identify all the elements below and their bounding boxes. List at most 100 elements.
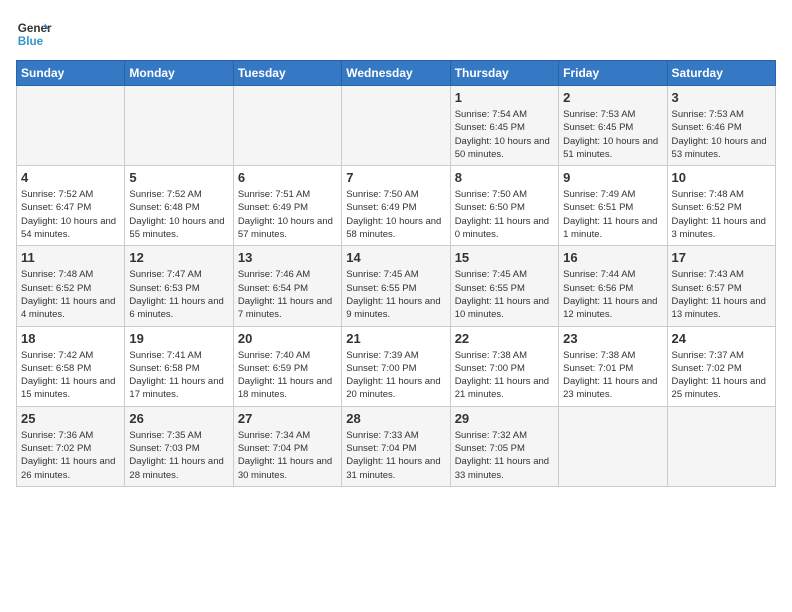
day-number: 23	[563, 331, 662, 346]
svg-text:Blue: Blue	[18, 35, 44, 48]
day-info: Sunrise: 7:53 AM Sunset: 6:46 PM Dayligh…	[672, 108, 771, 161]
day-info: Sunrise: 7:44 AM Sunset: 6:56 PM Dayligh…	[563, 268, 662, 321]
day-info: Sunrise: 7:38 AM Sunset: 7:01 PM Dayligh…	[563, 349, 662, 402]
day-number: 22	[455, 331, 554, 346]
day-info: Sunrise: 7:45 AM Sunset: 6:55 PM Dayligh…	[455, 268, 554, 321]
calendar-cell	[233, 86, 341, 166]
calendar-week-row: 25 Sunrise: 7:36 AM Sunset: 7:02 PM Dayli…	[17, 406, 776, 486]
day-info: Sunrise: 7:48 AM Sunset: 6:52 PM Dayligh…	[21, 268, 120, 321]
calendar-cell: 28 Sunrise: 7:33 AM Sunset: 7:04 PM Dayli…	[342, 406, 450, 486]
day-info: Sunrise: 7:39 AM Sunset: 7:00 PM Dayligh…	[346, 349, 445, 402]
day-number: 11	[21, 250, 120, 265]
day-info: Sunrise: 7:41 AM Sunset: 6:58 PM Dayligh…	[129, 349, 228, 402]
calendar-cell: 8 Sunrise: 7:50 AM Sunset: 6:50 PM Daylig…	[450, 166, 558, 246]
calendar-cell: 7 Sunrise: 7:50 AM Sunset: 6:49 PM Daylig…	[342, 166, 450, 246]
day-number: 27	[238, 411, 337, 426]
day-number: 7	[346, 170, 445, 185]
calendar-cell	[559, 406, 667, 486]
calendar-cell	[342, 86, 450, 166]
day-number: 5	[129, 170, 228, 185]
column-header-wednesday: Wednesday	[342, 61, 450, 86]
calendar-cell: 24Sunrise: 7:37 AM Sunset: 7:02 PM Dayli…	[667, 326, 775, 406]
day-info: Sunrise: 7:42 AM Sunset: 6:58 PM Dayligh…	[21, 349, 120, 402]
day-info: Sunrise: 7:53 AM Sunset: 6:45 PM Dayligh…	[563, 108, 662, 161]
day-number: 17	[672, 250, 771, 265]
logo: General Blue	[16, 16, 56, 52]
calendar-cell: 18 Sunrise: 7:42 AM Sunset: 6:58 PM Dayli…	[17, 326, 125, 406]
day-number: 8	[455, 170, 554, 185]
calendar-cell: 26 Sunrise: 7:35 AM Sunset: 7:03 PM Dayli…	[125, 406, 233, 486]
day-info: Sunrise: 7:52 AM Sunset: 6:48 PM Dayligh…	[129, 188, 228, 241]
day-number: 28	[346, 411, 445, 426]
calendar-cell: 4Sunrise: 7:52 AM Sunset: 6:47 PM Daylig…	[17, 166, 125, 246]
calendar-header-row: SundayMondayTuesdayWednesdayThursdayFrid…	[17, 61, 776, 86]
day-number: 25	[21, 411, 120, 426]
day-info: Sunrise: 7:50 AM Sunset: 6:49 PM Dayligh…	[346, 188, 445, 241]
day-info: Sunrise: 7:48 AM Sunset: 6:52 PM Dayligh…	[672, 188, 771, 241]
column-header-saturday: Saturday	[667, 61, 775, 86]
column-header-thursday: Thursday	[450, 61, 558, 86]
day-number: 19	[129, 331, 228, 346]
calendar-cell: 20Sunrise: 7:40 AM Sunset: 6:59 PM Dayli…	[233, 326, 341, 406]
day-number: 26	[129, 411, 228, 426]
calendar-cell: 19 Sunrise: 7:41 AM Sunset: 6:58 PM Dayli…	[125, 326, 233, 406]
day-info: Sunrise: 7:45 AM Sunset: 6:55 PM Dayligh…	[346, 268, 445, 321]
day-info: Sunrise: 7:51 AM Sunset: 6:49 PM Dayligh…	[238, 188, 337, 241]
calendar-cell: 22 Sunrise: 7:38 AM Sunset: 7:00 PM Dayli…	[450, 326, 558, 406]
day-info: Sunrise: 7:34 AM Sunset: 7:04 PM Dayligh…	[238, 429, 337, 482]
calendar-cell: 1 Sunrise: 7:54 AM Sunset: 6:45 PM Daylig…	[450, 86, 558, 166]
day-number: 1	[455, 90, 554, 105]
calendar-cell: 23 Sunrise: 7:38 AM Sunset: 7:01 PM Dayli…	[559, 326, 667, 406]
calendar-cell: 11 Sunrise: 7:48 AM Sunset: 6:52 PM Dayli…	[17, 246, 125, 326]
calendar-cell: 2 Sunrise: 7:53 AM Sunset: 6:45 PM Daylig…	[559, 86, 667, 166]
column-header-friday: Friday	[559, 61, 667, 86]
day-info: Sunrise: 7:47 AM Sunset: 6:53 PM Dayligh…	[129, 268, 228, 321]
calendar-cell	[17, 86, 125, 166]
calendar-table: SundayMondayTuesdayWednesdayThursdayFrid…	[16, 60, 776, 487]
column-header-sunday: Sunday	[17, 61, 125, 86]
day-number: 15	[455, 250, 554, 265]
day-info: Sunrise: 7:40 AM Sunset: 6:59 PM Dayligh…	[238, 349, 337, 402]
day-number: 3	[672, 90, 771, 105]
day-number: 21	[346, 331, 445, 346]
day-number: 24	[672, 331, 771, 346]
calendar-body: 1 Sunrise: 7:54 AM Sunset: 6:45 PM Daylig…	[17, 86, 776, 487]
day-info: Sunrise: 7:38 AM Sunset: 7:00 PM Dayligh…	[455, 349, 554, 402]
calendar-cell: 12 Sunrise: 7:47 AM Sunset: 6:53 PM Dayli…	[125, 246, 233, 326]
day-number: 4	[21, 170, 120, 185]
calendar-cell: 5 Sunrise: 7:52 AM Sunset: 6:48 PM Daylig…	[125, 166, 233, 246]
day-number: 16	[563, 250, 662, 265]
day-info: Sunrise: 7:36 AM Sunset: 7:02 PM Dayligh…	[21, 429, 120, 482]
day-number: 6	[238, 170, 337, 185]
day-info: Sunrise: 7:50 AM Sunset: 6:50 PM Dayligh…	[455, 188, 554, 241]
day-info: Sunrise: 7:33 AM Sunset: 7:04 PM Dayligh…	[346, 429, 445, 482]
day-number: 14	[346, 250, 445, 265]
logo-icon: General Blue	[16, 16, 52, 52]
day-number: 9	[563, 170, 662, 185]
column-header-tuesday: Tuesday	[233, 61, 341, 86]
day-number: 29	[455, 411, 554, 426]
calendar-cell: 16 Sunrise: 7:44 AM Sunset: 6:56 PM Dayli…	[559, 246, 667, 326]
day-number: 2	[563, 90, 662, 105]
calendar-cell: 27 Sunrise: 7:34 AM Sunset: 7:04 PM Dayli…	[233, 406, 341, 486]
day-number: 13	[238, 250, 337, 265]
day-info: Sunrise: 7:35 AM Sunset: 7:03 PM Dayligh…	[129, 429, 228, 482]
day-info: Sunrise: 7:54 AM Sunset: 6:45 PM Dayligh…	[455, 108, 554, 161]
calendar-cell: 9 Sunrise: 7:49 AM Sunset: 6:51 PM Daylig…	[559, 166, 667, 246]
calendar-cell: 25 Sunrise: 7:36 AM Sunset: 7:02 PM Dayli…	[17, 406, 125, 486]
calendar-week-row: 18 Sunrise: 7:42 AM Sunset: 6:58 PM Dayli…	[17, 326, 776, 406]
calendar-cell: 29 Sunrise: 7:32 AM Sunset: 7:05 PM Dayli…	[450, 406, 558, 486]
calendar-cell: 10 Sunrise: 7:48 AM Sunset: 6:52 PM Dayli…	[667, 166, 775, 246]
calendar-cell: 13 Sunrise: 7:46 AM Sunset: 6:54 PM Dayli…	[233, 246, 341, 326]
page-header: General Blue	[16, 16, 776, 52]
calendar-cell: 3 Sunrise: 7:53 AM Sunset: 6:46 PM Daylig…	[667, 86, 775, 166]
calendar-cell: 6 Sunrise: 7:51 AM Sunset: 6:49 PM Daylig…	[233, 166, 341, 246]
day-number: 18	[21, 331, 120, 346]
calendar-cell: 21 Sunrise: 7:39 AM Sunset: 7:00 PM Dayli…	[342, 326, 450, 406]
day-info: Sunrise: 7:49 AM Sunset: 6:51 PM Dayligh…	[563, 188, 662, 241]
day-number: 12	[129, 250, 228, 265]
day-info: Sunrise: 7:32 AM Sunset: 7:05 PM Dayligh…	[455, 429, 554, 482]
day-number: 10	[672, 170, 771, 185]
day-info: Sunrise: 7:46 AM Sunset: 6:54 PM Dayligh…	[238, 268, 337, 321]
calendar-week-row: 1 Sunrise: 7:54 AM Sunset: 6:45 PM Daylig…	[17, 86, 776, 166]
